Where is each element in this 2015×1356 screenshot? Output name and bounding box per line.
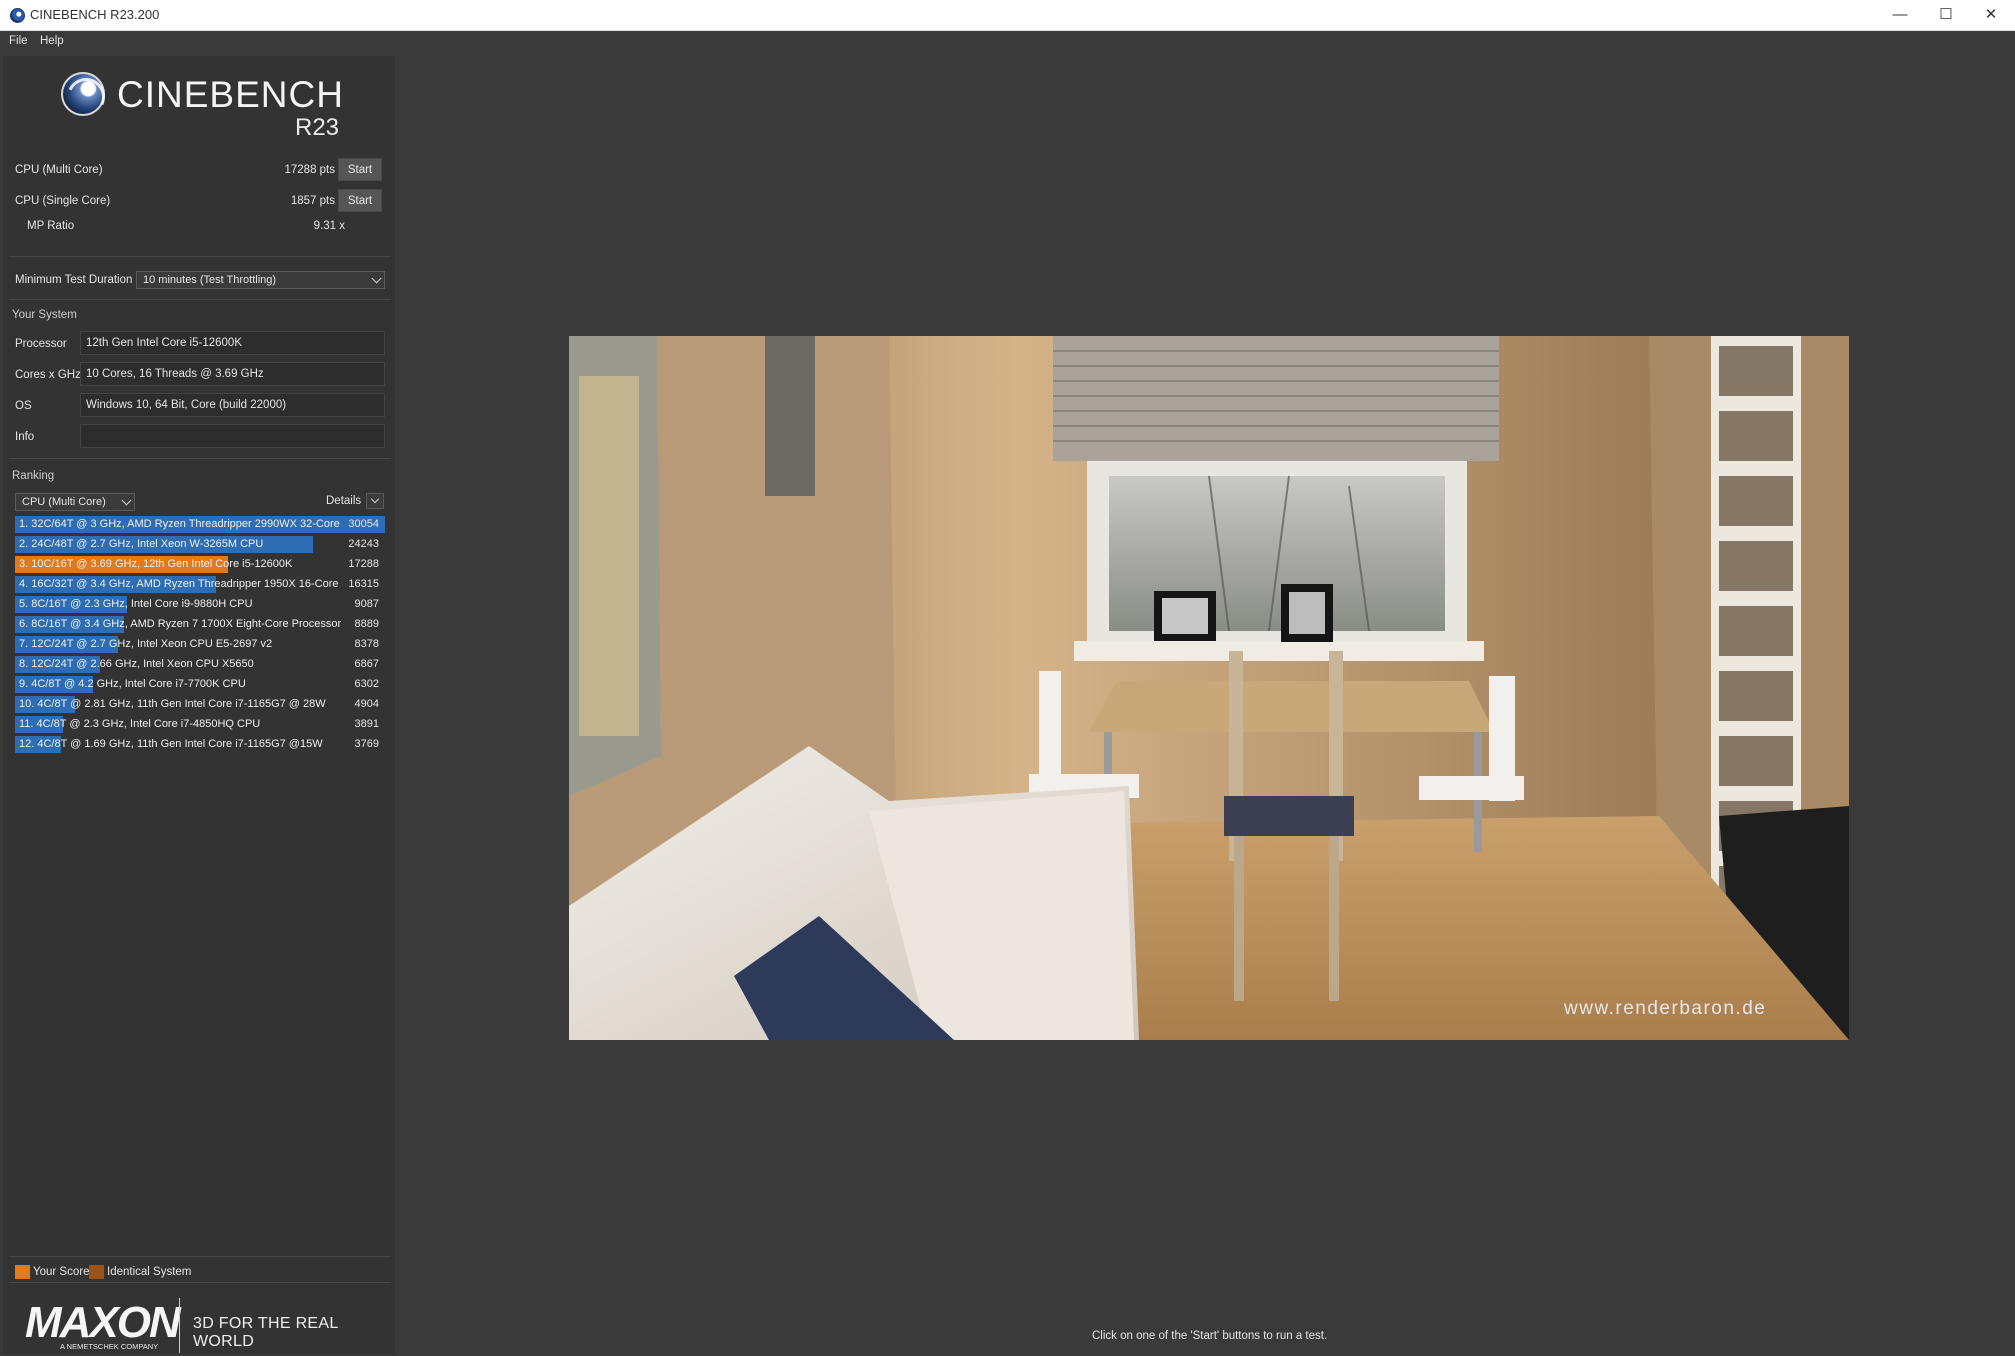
processor-field: 12th Gen Intel Core i5-12600K xyxy=(80,331,385,355)
ranking-score: 17288 xyxy=(348,558,379,570)
divider xyxy=(9,458,391,459)
ranking-row[interactable]: 9. 4C/8T @ 4.2 GHz, Intel Core i7-7700K … xyxy=(15,676,385,693)
left-panel: CINEBENCH R23 CPU (Multi Core) 17288 pts… xyxy=(3,56,395,1354)
single-core-score: 1857 pts xyxy=(290,195,335,207)
cores-field: 10 Cores, 16 Threads @ 3.69 GHz xyxy=(80,362,385,386)
ranking-score: 9087 xyxy=(354,598,379,610)
cores-label: Cores x GHz xyxy=(15,369,81,381)
ranking-score: 3891 xyxy=(354,718,379,730)
duration-value: 10 minutes (Test Throttling) xyxy=(143,274,277,286)
ranking-score: 3769 xyxy=(354,738,379,750)
os-field: Windows 10, 64 Bit, Core (build 22000) xyxy=(80,393,385,417)
chevron-down-icon xyxy=(371,273,382,284)
ranking-row[interactable]: 10. 4C/8T @ 2.81 GHz, 11th Gen Intel Cor… xyxy=(15,696,385,713)
ranking-row[interactable]: 11. 4C/8T @ 2.3 GHz, Intel Core i7-4850H… xyxy=(15,716,385,733)
ranking-filter-dropdown[interactable]: CPU (Multi Core) xyxy=(15,493,135,511)
chevron-down-icon xyxy=(121,495,132,506)
minimize-button[interactable]: — xyxy=(1877,0,1923,31)
window-title: CINEBENCH R23.200 xyxy=(30,7,160,22)
title-bar: CINEBENCH R23.200 — ☐ ✕ xyxy=(0,0,2015,31)
ranking-score: 30054 xyxy=(348,518,379,530)
multi-core-score: 17288 pts xyxy=(284,164,335,176)
os-label: OS xyxy=(15,400,32,412)
ranking-label: 12. 4C/8T @ 1.69 GHz, 11th Gen Intel Cor… xyxy=(19,738,323,750)
ranking-row[interactable]: 5. 8C/16T @ 2.3 GHz, Intel Core i9-9880H… xyxy=(15,596,385,613)
your-score-swatch xyxy=(15,1265,30,1279)
ranking-filter-value: CPU (Multi Core) xyxy=(22,496,106,508)
ranking-row[interactable]: 1. 32C/64T @ 3 GHz, AMD Ryzen Threadripp… xyxy=(15,516,385,533)
render-preview: www.renderbaron.de xyxy=(569,336,1849,1040)
render-scene-image: www.renderbaron.de xyxy=(569,336,1849,1040)
divider xyxy=(9,1256,391,1257)
menu-file[interactable]: File xyxy=(9,35,28,47)
logo-name: CINEBENCH xyxy=(117,74,344,115)
ranking-score: 24243 xyxy=(348,538,379,550)
ranking-label: 10. 4C/8T @ 2.81 GHz, 11th Gen Intel Cor… xyxy=(19,698,326,710)
menu-help[interactable]: Help xyxy=(40,35,64,47)
render-watermark: www.renderbaron.de xyxy=(1563,998,1766,1019)
info-field[interactable] xyxy=(80,424,385,448)
duration-dropdown[interactable]: 10 minutes (Test Throttling) xyxy=(136,271,385,289)
divider xyxy=(9,256,391,257)
maxon-logo: MAXON xyxy=(25,1298,181,1347)
details-label: Details xyxy=(326,495,362,507)
ranking-row[interactable]: 6. 8C/16T @ 3.4 GHz, AMD Ryzen 7 1700X E… xyxy=(15,616,385,633)
duration-label: Minimum Test Duration xyxy=(15,274,133,286)
multi-core-label: CPU (Multi Core) xyxy=(15,164,103,176)
maxon-branding: MAXON A NEMETSCHEK COMPANY 3D FOR THE RE… xyxy=(3,1286,395,1354)
branding-separator xyxy=(179,1298,180,1353)
ranking-label: 1. 32C/64T @ 3 GHz, AMD Ryzen Threadripp… xyxy=(19,518,340,530)
ranking-row[interactable]: 12. 4C/8T @ 1.69 GHz, 11th Gen Intel Cor… xyxy=(15,736,385,753)
ranking-row[interactable]: 2. 24C/48T @ 2.7 GHz, Intel Xeon W-3265M… xyxy=(15,536,385,553)
ranking-score: 16315 xyxy=(348,578,379,590)
ranking-label: 7. 12C/24T @ 2.7 GHz, Intel Xeon CPU E5-… xyxy=(19,638,273,650)
single-core-label: CPU (Single Core) xyxy=(15,195,111,207)
status-message: Click on one of the 'Start' buttons to r… xyxy=(1092,1330,1328,1342)
ranking-label: 9. 4C/8T @ 4.2 GHz, Intel Core i7-7700K … xyxy=(19,678,246,690)
ranking-score: 6302 xyxy=(354,678,379,690)
mp-ratio-label: MP Ratio xyxy=(27,220,75,232)
ranking-row[interactable]: 8. 12C/24T @ 2.66 GHz, Intel Xeon CPU X5… xyxy=(15,656,385,673)
ranking-row[interactable]: 4. 16C/32T @ 3.4 GHz, AMD Ryzen Threadri… xyxy=(15,576,385,593)
divider xyxy=(9,1282,391,1283)
ranking-title: Ranking xyxy=(12,470,55,482)
multi-core-start-button[interactable]: Start xyxy=(338,158,382,181)
menu-bar: File Help xyxy=(0,31,2015,53)
ranking-label: 2. 24C/48T @ 2.7 GHz, Intel Xeon W-3265M… xyxy=(19,538,264,550)
ranking-label: 4. 16C/32T @ 3.4 GHz, AMD Ryzen Threadri… xyxy=(19,578,339,590)
divider xyxy=(9,299,391,300)
ranking-score: 8889 xyxy=(354,618,379,630)
details-toggle[interactable] xyxy=(366,493,384,509)
ranking-label: 8. 12C/24T @ 2.66 GHz, Intel Xeon CPU X5… xyxy=(19,658,254,670)
ranking-label: 6. 8C/16T @ 3.4 GHz, AMD Ryzen 7 1700X E… xyxy=(19,618,342,630)
identical-system-swatch xyxy=(89,1265,104,1279)
single-core-start-button[interactable]: Start xyxy=(338,189,382,212)
ranking-score: 4904 xyxy=(354,698,379,710)
mp-ratio-value: 9.31 x xyxy=(313,220,345,232)
processor-label: Processor xyxy=(15,338,67,350)
branding-tagline: 3D FOR THE REAL WORLD xyxy=(193,1315,338,1350)
your-score-legend: Your Score xyxy=(33,1266,90,1278)
cinebench-logo: CINEBENCH R23 xyxy=(3,56,395,156)
ranking-label: 11. 4C/8T @ 2.3 GHz, Intel Core i7-4850H… xyxy=(19,718,261,730)
ranking-score: 8378 xyxy=(354,638,379,650)
logo-version: R23 xyxy=(295,114,340,141)
maximize-button[interactable]: ☐ xyxy=(1923,0,1969,31)
ranking-row[interactable]: 7. 12C/24T @ 2.7 GHz, Intel Xeon CPU E5-… xyxy=(15,636,385,653)
ranking-score: 6867 xyxy=(354,658,379,670)
chevron-down-icon xyxy=(370,494,380,504)
close-button[interactable]: ✕ xyxy=(1968,0,2014,31)
ranking-label: 3. 10C/16T @ 3.69 GHz, 12th Gen Intel Co… xyxy=(19,558,293,570)
cinebench-app-icon xyxy=(10,8,25,23)
your-system-title: Your System xyxy=(12,309,77,321)
maxon-subtitle: A NEMETSCHEK COMPANY xyxy=(60,1342,159,1351)
cinema4d-sphere-icon xyxy=(61,72,105,116)
ranking-row[interactable]: 3. 10C/16T @ 3.69 GHz, 12th Gen Intel Co… xyxy=(15,556,385,573)
info-label: Info xyxy=(15,431,35,443)
ranking-label: 5. 8C/16T @ 2.3 GHz, Intel Core i9-9880H… xyxy=(19,598,253,610)
identical-system-legend: Identical System xyxy=(107,1266,192,1278)
